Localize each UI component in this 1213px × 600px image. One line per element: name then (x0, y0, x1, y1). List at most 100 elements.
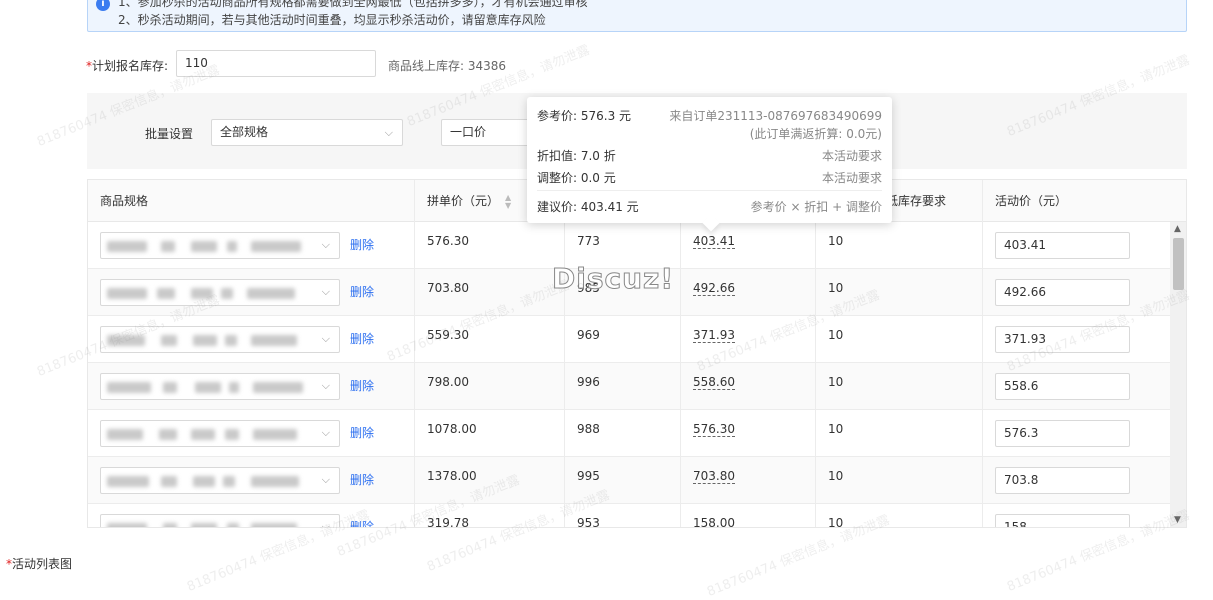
batch-price-type-select[interactable]: 一口价 (441, 119, 541, 146)
blurred-spec-text (223, 476, 235, 487)
tooltip-divider (537, 190, 882, 191)
delete-link[interactable]: 删除 (350, 377, 374, 394)
scroll-thumb[interactable] (1173, 238, 1184, 290)
activity-price-input[interactable]: 158 (995, 514, 1130, 527)
cell-activity-price: 158 (983, 504, 1170, 527)
delete-link[interactable]: 删除 (350, 518, 374, 527)
cell-activity-price: 576.3 (983, 410, 1170, 457)
chevron-down-icon: ⌵ (321, 520, 330, 528)
sku-table: 商品规格 拼单价（元） ▲ ▼ 低库存要求 活动价（元） ⌵ 删除 576.30 7… (87, 179, 1187, 528)
activity-price-input[interactable]: 576.3 (995, 420, 1130, 447)
activity-price-input[interactable]: 371.93 (995, 326, 1130, 353)
cell-spec: ⌵ 删除 (88, 457, 415, 504)
header-activity-price: 活动价（元） (983, 180, 1186, 222)
blurred-spec-text (163, 382, 177, 393)
spec-select[interactable]: ⌵ (100, 326, 340, 353)
cell-group-price: 559.30 (415, 316, 565, 363)
batch-spec-select[interactable]: 全部规格 ⌵ (211, 119, 403, 146)
tooltip-source-order: 来自订单231113-087697683490699 (669, 109, 882, 123)
blurred-spec-text (227, 523, 239, 527)
cell-spec: ⌵ 删除 (88, 269, 415, 316)
blurred-spec-text (107, 476, 149, 487)
cell-suggest-price: 703.80 (681, 457, 816, 504)
blurred-spec-text (193, 476, 215, 487)
min-stock-value: 10 (828, 281, 844, 295)
table-row: ⌵ 删除 798.00 996 558.60 10 558.6 (88, 363, 1170, 410)
delete-link[interactable]: 删除 (350, 236, 374, 253)
tooltip-discount-note: 本活动要求 (821, 149, 882, 163)
stock-value: 773 (577, 234, 600, 248)
suggest-price-link[interactable]: 558.60 (693, 375, 735, 390)
cell-group-price: 576.30 (415, 222, 565, 269)
blurred-spec-text (193, 335, 217, 346)
suggest-price-link[interactable]: 371.93 (693, 328, 735, 343)
tooltip-formula: 参考价 × 折扣 + 调整价 (750, 200, 882, 214)
blurred-spec-text (227, 241, 237, 252)
stock-value: 995 (577, 469, 600, 483)
cell-suggest-price: 403.41 (681, 222, 816, 269)
plan-stock-label-text: 计划报名库存: (92, 59, 169, 73)
spec-select[interactable]: ⌵ (100, 232, 340, 259)
chevron-down-icon: ⌵ (321, 285, 330, 298)
suggest-price-link[interactable]: 576.30 (693, 422, 735, 437)
group-price-value: 576.30 (427, 234, 469, 248)
blurred-spec-text (161, 476, 177, 487)
delete-link[interactable]: 删除 (350, 283, 374, 300)
header-spec: 商品规格 (88, 180, 415, 222)
suggest-price-link[interactable]: 703.80 (693, 469, 735, 484)
activity-price-input[interactable]: 703.8 (995, 467, 1130, 494)
spec-select[interactable]: ⌵ (100, 514, 340, 528)
blurred-spec-text (195, 382, 221, 393)
blurred-spec-text (107, 241, 147, 252)
delete-link[interactable]: 删除 (350, 424, 374, 441)
table-row: ⌵ 删除 1078.00 988 576.30 10 576.3 (88, 410, 1170, 457)
blurred-spec-text (251, 476, 299, 487)
blurred-spec-text (253, 382, 303, 393)
scroll-up-arrow-icon[interactable]: ▲ (1174, 224, 1181, 234)
table-row: ⌵ 删除 1378.00 995 703.80 10 703.8 (88, 457, 1170, 504)
plan-stock-input[interactable]: 110 (176, 50, 376, 77)
blurred-spec-text (247, 288, 295, 299)
cell-spec: ⌵ 删除 (88, 504, 415, 528)
blurred-spec-text (225, 429, 239, 440)
activity-price-input[interactable]: 558.6 (995, 373, 1130, 400)
delete-link[interactable]: 删除 (350, 471, 374, 488)
cell-activity-price: 558.6 (983, 363, 1170, 410)
suggest-price-link[interactable]: 158.00 (693, 516, 735, 527)
suggest-price-link[interactable]: 492.66 (693, 281, 735, 296)
cell-activity-price: 371.93 (983, 316, 1170, 363)
notice-line-1: 1、参加秒杀的活动商品所有规格都需要做到全网最低（包括拼多多），才有机会通过审核 (118, 0, 588, 9)
cell-stock: 996 (565, 363, 681, 410)
blurred-spec-text (225, 335, 237, 346)
delete-link[interactable]: 删除 (350, 330, 374, 347)
stock-value: 996 (577, 375, 600, 389)
spec-select[interactable]: ⌵ (100, 373, 340, 400)
sort-icon[interactable]: ▲ ▼ (505, 193, 511, 210)
min-stock-value: 10 (828, 516, 844, 528)
spec-select[interactable]: ⌵ (100, 279, 340, 306)
blurred-spec-text (107, 335, 145, 346)
spec-select[interactable]: ⌵ (100, 467, 340, 494)
blurred-spec-text (253, 429, 297, 440)
cell-stock: 988 (565, 410, 681, 457)
tooltip-source-note: (此订单满返折算: 0.0元) (749, 127, 882, 141)
online-stock-text: 商品线上库存: 34386 (388, 59, 507, 73)
group-price-value: 319.78 (427, 516, 469, 528)
blurred-spec-text (251, 335, 297, 346)
scroll-down-arrow-icon[interactable]: ▼ (1174, 515, 1181, 525)
blurred-spec-text (159, 429, 177, 440)
activity-price-input[interactable]: 403.41 (995, 232, 1130, 259)
activity-price-input[interactable]: 492.66 (995, 279, 1130, 306)
cell-min-stock: 10 (816, 363, 983, 410)
group-price-value: 798.00 (427, 375, 469, 389)
cell-group-price: 1078.00 (415, 410, 565, 457)
batch-settings-label: 批量设置 (145, 127, 194, 141)
notice-line-2: 2、秒杀活动期间，若与其他活动时间重叠，均显示秒杀活动价，请留意库存风险 (118, 13, 546, 27)
info-icon: i (96, 0, 110, 11)
blurred-spec-text (251, 241, 301, 252)
suggest-price-link[interactable]: 403.41 (693, 234, 735, 249)
spec-select[interactable]: ⌵ (100, 420, 340, 447)
stock-value: 988 (577, 422, 600, 436)
min-stock-value: 10 (828, 375, 844, 389)
table-scrollbar[interactable]: ▲ ▼ (1170, 222, 1186, 527)
